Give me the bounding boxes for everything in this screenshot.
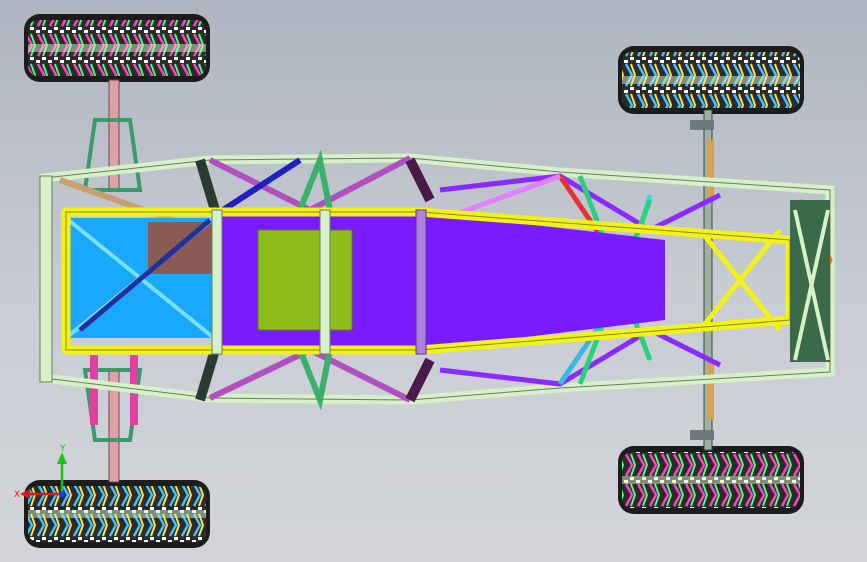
chassis-model-canvas[interactable]: Y X [0, 0, 867, 562]
rear-end-cap[interactable] [790, 200, 830, 362]
seat-pad[interactable] [257, 229, 353, 331]
cad-viewport[interactable]: Y X [0, 0, 867, 562]
rear-axle[interactable] [690, 109, 714, 451]
tire-icon[interactable] [618, 46, 804, 114]
tire-icon[interactable] [24, 480, 210, 548]
triad-y-label: Y [59, 444, 66, 454]
tire-icon[interactable] [618, 446, 804, 514]
tire-icon[interactable] [24, 14, 210, 82]
triad-x-label: X [14, 490, 20, 500]
